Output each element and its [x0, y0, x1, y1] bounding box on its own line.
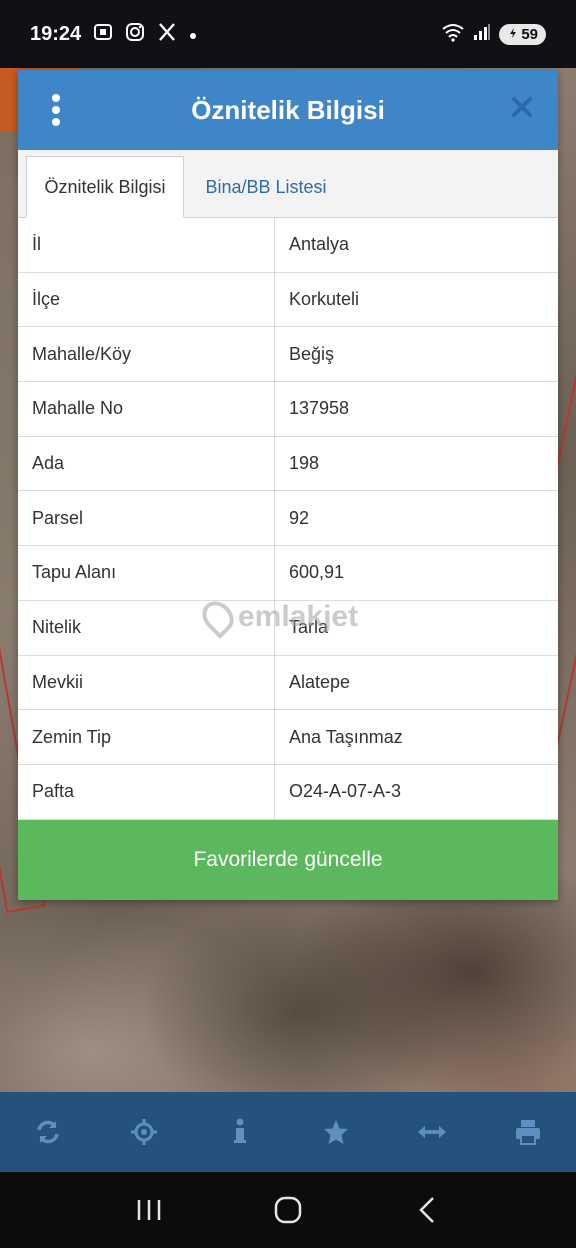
dialog-header: Öznitelik Bilgisi: [18, 70, 558, 150]
row-value: Korkuteli: [289, 289, 360, 310]
x-app-icon: [157, 22, 177, 47]
table-row: Pafta O24-A-07-A-3: [18, 764, 558, 820]
table-row: Tapu Alanı 600,91: [18, 546, 558, 601]
row-value: 92: [289, 507, 310, 528]
battery-icon: [507, 26, 519, 43]
row-value: 137958: [289, 398, 350, 419]
refresh-icon[interactable]: [18, 1102, 78, 1162]
info-icon[interactable]: [210, 1102, 270, 1162]
table-row: İl Antalya: [18, 218, 558, 273]
row-key: Zemin Tip: [18, 710, 275, 764]
row-key: İl: [18, 218, 275, 272]
attribute-dialog: Öznitelik Bilgisi Öznitelik Bilgisi Bina…: [18, 70, 558, 900]
row-value: 198: [289, 453, 320, 474]
status-bar: 19:24 59: [0, 0, 576, 68]
update-favorites-button[interactable]: Favorilerde güncelle: [18, 820, 558, 900]
row-value: Ana Taşınmaz: [289, 726, 403, 747]
row-value: Alatepe: [289, 671, 351, 692]
instagram-icon: [125, 22, 145, 47]
home-icon[interactable]: [258, 1180, 318, 1240]
row-value: Antalya: [289, 234, 350, 255]
row-value: Tarla: [289, 617, 329, 638]
row-key: Parsel: [18, 491, 275, 546]
row-key: Mahalle/Köy: [18, 327, 275, 382]
row-value: O24-A-07-A-3: [289, 781, 402, 802]
notification-dot-icon: [189, 24, 197, 45]
more-options-icon[interactable]: [46, 94, 66, 126]
table-row: Mevkii Alatepe: [18, 655, 558, 711]
battery-level: 59: [521, 25, 538, 43]
row-value: Beğiş: [289, 343, 335, 364]
table-row: Ada 198: [18, 436, 558, 492]
print-icon[interactable]: [498, 1102, 558, 1162]
table-row: İlçe Korkuteli: [18, 272, 558, 328]
table-row: Parsel 92: [18, 491, 558, 547]
battery-indicator: 59: [499, 23, 546, 45]
wifi-icon: [441, 22, 465, 47]
row-key: Pafta: [18, 764, 275, 819]
table-row: Zemin Tip Ana Taşınmaz: [18, 710, 558, 765]
row-key: Mahalle No: [18, 382, 275, 436]
status-time: 19:24: [30, 22, 82, 45]
recent-apps-icon[interactable]: [119, 1180, 179, 1240]
tab-attribute-info[interactable]: Öznitelik Bilgisi: [26, 156, 184, 218]
map-toolbar: [0, 1092, 576, 1172]
measure-icon[interactable]: [402, 1102, 462, 1162]
signal-icon: [473, 23, 491, 46]
row-key: İlçe: [18, 272, 275, 327]
attribute-table: İl Antalya İlçe Korkuteli Mahalle/Köy Be…: [18, 218, 558, 820]
table-row: Mahalle No 137958: [18, 382, 558, 437]
screenshot-icon: [93, 22, 113, 47]
row-key: Nitelik: [18, 600, 275, 655]
table-row: Nitelik Tarla: [18, 600, 558, 656]
table-row: Mahalle/Köy Beğiş: [18, 327, 558, 383]
row-key: Ada: [18, 436, 275, 491]
row-value: 600,91: [289, 562, 345, 583]
star-icon[interactable]: [306, 1102, 366, 1162]
row-key: Tapu Alanı: [18, 546, 275, 600]
tab-building-list[interactable]: Bina/BB Listesi: [186, 156, 346, 218]
system-navbar: [0, 1172, 576, 1248]
back-icon[interactable]: [397, 1180, 457, 1240]
dialog-title: Öznitelik Bilgisi: [191, 94, 385, 125]
close-icon[interactable]: [506, 94, 538, 126]
row-key: Mevkii: [18, 655, 275, 710]
locate-icon[interactable]: [114, 1102, 174, 1162]
tab-bar: Öznitelik Bilgisi Bina/BB Listesi: [18, 150, 558, 218]
